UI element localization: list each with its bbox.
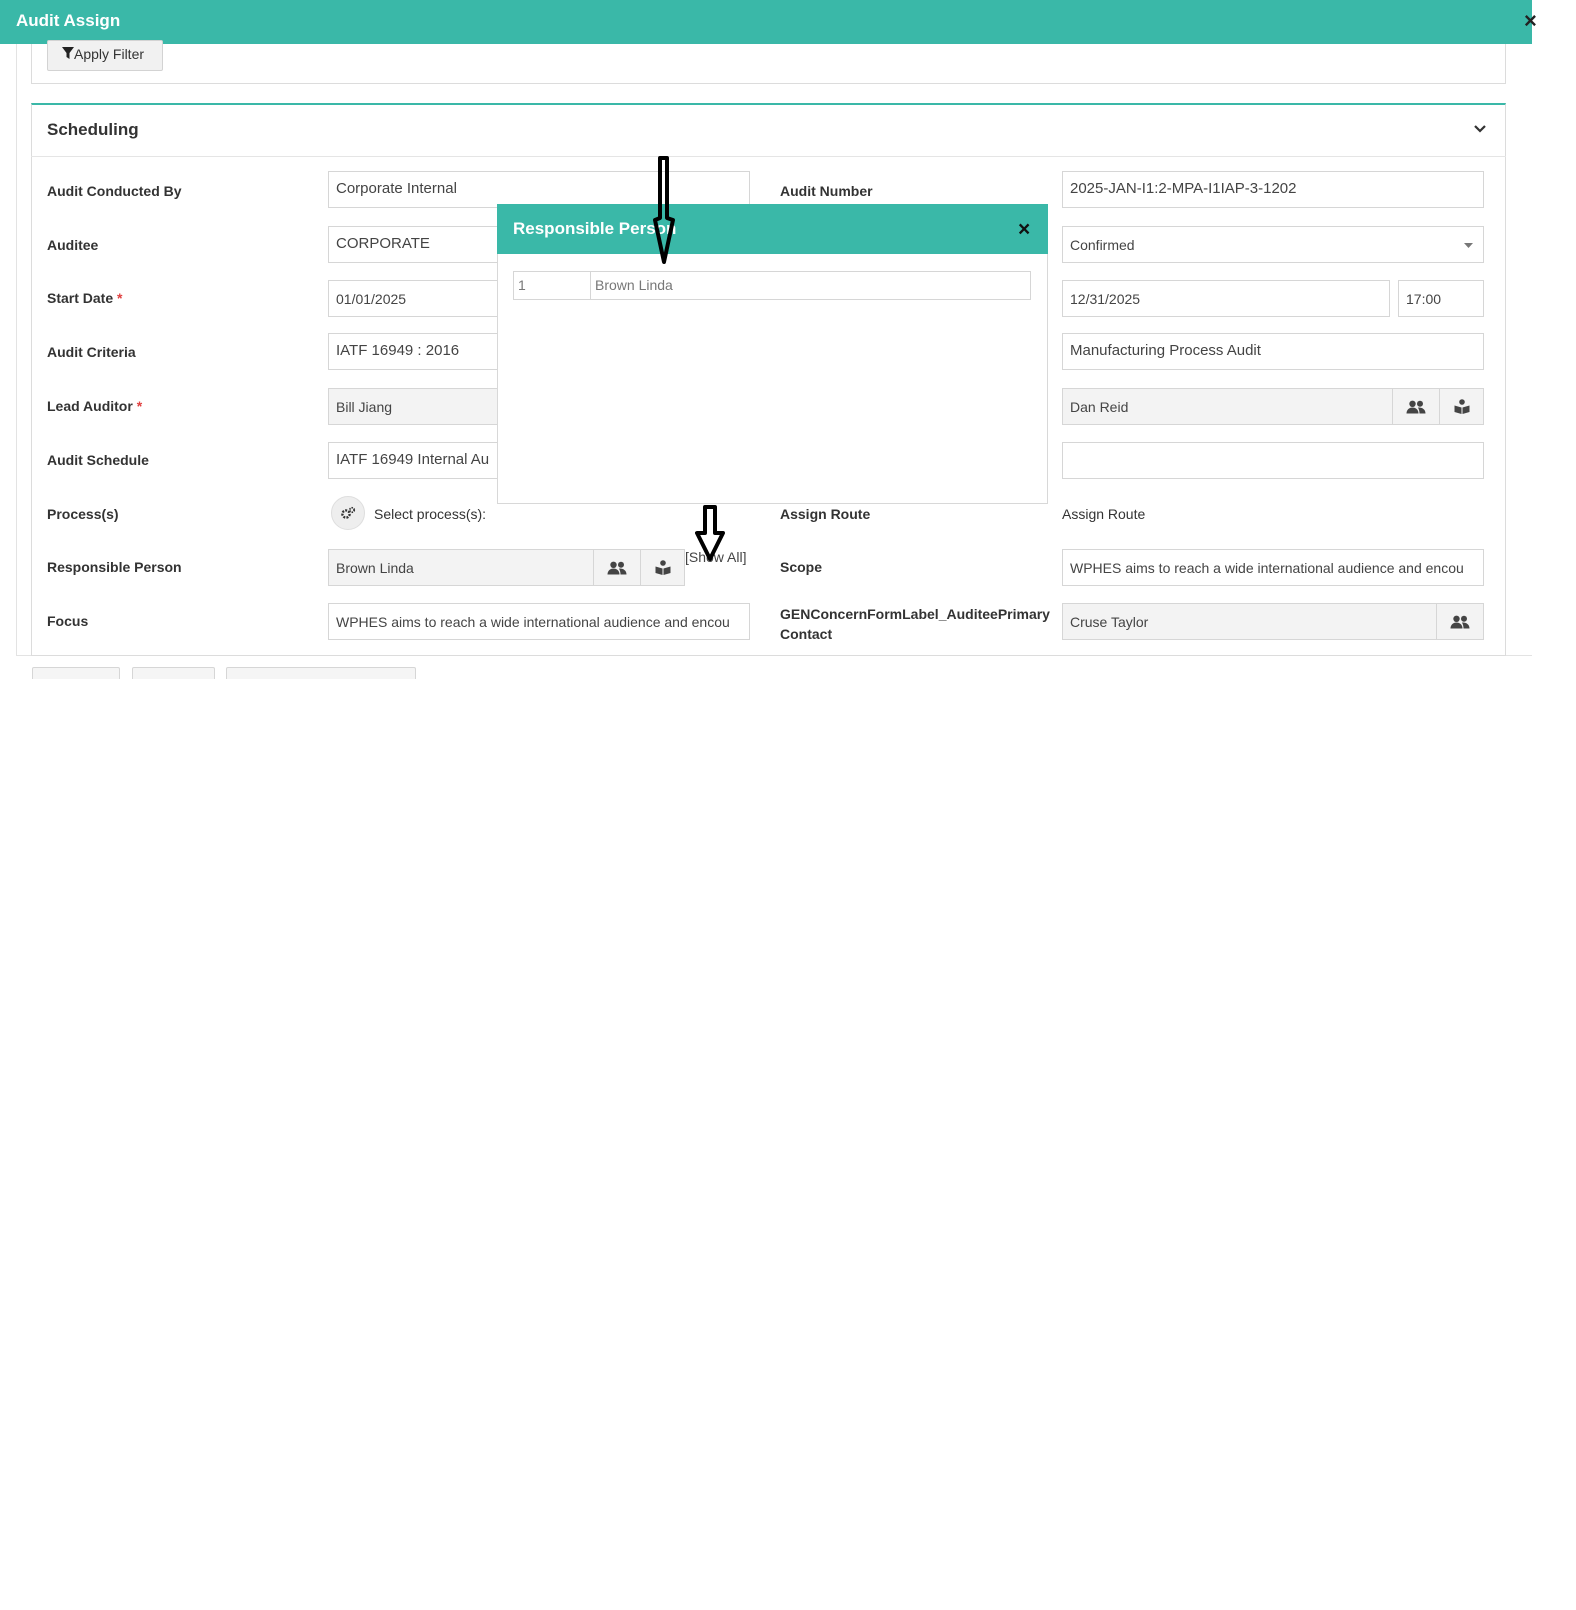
primary-contact-label: GENConcernFormLabel_AuditeePrimaryContac… (780, 606, 1050, 642)
required-mark: * (117, 290, 123, 306)
end-time-field[interactable]: 17:00 (1398, 280, 1484, 317)
focus-field[interactable]: WPHES aims to reach a wide international… (328, 603, 750, 640)
start-date-label: Start Date * (47, 290, 122, 306)
responsible-person-label: Responsible Person (47, 559, 182, 575)
auditor-reader-button[interactable] (1439, 388, 1484, 425)
window-title: Audit Assign (0, 0, 1532, 44)
chevron-down-icon[interactable] (1471, 120, 1489, 138)
blank-field[interactable] (1062, 442, 1484, 479)
audit-criteria-label: Audit Criteria (47, 344, 136, 360)
filter-icon (62, 47, 74, 59)
users-icon (607, 561, 627, 574)
status-select[interactable]: Confirmed (1062, 226, 1484, 263)
primary-contact-users-button[interactable] (1436, 603, 1484, 640)
select-processes-text[interactable]: Select process(s): (374, 506, 486, 522)
book-reader-icon (1454, 399, 1469, 414)
scheduling-panel-header[interactable] (31, 105, 1506, 157)
audit-conducted-by-field[interactable]: Corporate Internal (328, 171, 750, 208)
required-mark: * (136, 398, 143, 414)
row-number: 1 (513, 271, 591, 300)
gears-icon (341, 506, 356, 519)
window-close-button[interactable]: × (1524, 8, 1536, 34)
users-icon (1406, 400, 1426, 413)
audit-conducted-by-label: Audit Conducted By (47, 183, 182, 199)
bottom-tab[interactable] (226, 667, 416, 679)
popup-title: Responsible Person (513, 219, 677, 238)
start-date-label-text: Start Date (47, 290, 114, 306)
lead-auditor-label-text: Lead Auditor (47, 398, 133, 414)
end-date-field[interactable]: 12/31/2025 (1062, 280, 1390, 317)
section-title: Scheduling (47, 120, 139, 139)
audit-type-field[interactable]: Manufacturing Process Audit (1062, 333, 1484, 370)
lead-auditor-label: Lead Auditor * (47, 398, 142, 414)
popup-close-button[interactable]: × (1018, 219, 1030, 240)
select-process-button[interactable] (331, 496, 365, 530)
bottom-tab[interactable] (132, 667, 215, 679)
auditee-label: Auditee (47, 237, 99, 253)
auditor-users-button[interactable] (1392, 388, 1440, 425)
responsible-person-reader-button[interactable] (640, 549, 685, 586)
audit-number-field[interactable]: 2025-JAN-I1:2-MPA-I1IAP-3-1202 (1062, 171, 1484, 208)
apply-filter-label: Apply Filter (74, 46, 145, 62)
auditor-field[interactable]: Dan Reid (1062, 388, 1394, 425)
primary-contact-field[interactable]: Cruse Taylor (1062, 603, 1438, 640)
apply-filter-button[interactable]: Apply Filter (47, 40, 163, 71)
caret-down-icon (1464, 243, 1473, 248)
show-all-link[interactable]: [Show All] (685, 549, 746, 565)
assign-route-value: Assign Route (1062, 506, 1146, 522)
audit-schedule-label: Audit Schedule (47, 452, 149, 468)
book-reader-icon (655, 560, 670, 575)
filter-panel (31, 44, 1506, 84)
bottom-tab[interactable] (32, 667, 120, 679)
users-icon (1450, 615, 1470, 628)
processes-label: Process(s) (47, 506, 119, 522)
scope-label: Scope (780, 559, 823, 575)
status-value: Confirmed (1070, 237, 1135, 253)
assign-route-label: Assign Route (780, 506, 871, 522)
responsible-person-users-button[interactable] (593, 549, 641, 586)
audit-number-label: Audit Number (780, 183, 873, 199)
row-name: Brown Linda (595, 277, 673, 293)
scope-field[interactable]: WPHES aims to reach a wide international… (1062, 549, 1484, 586)
focus-label: Focus (47, 613, 89, 629)
responsible-person-field[interactable]: Brown Linda (328, 549, 594, 586)
